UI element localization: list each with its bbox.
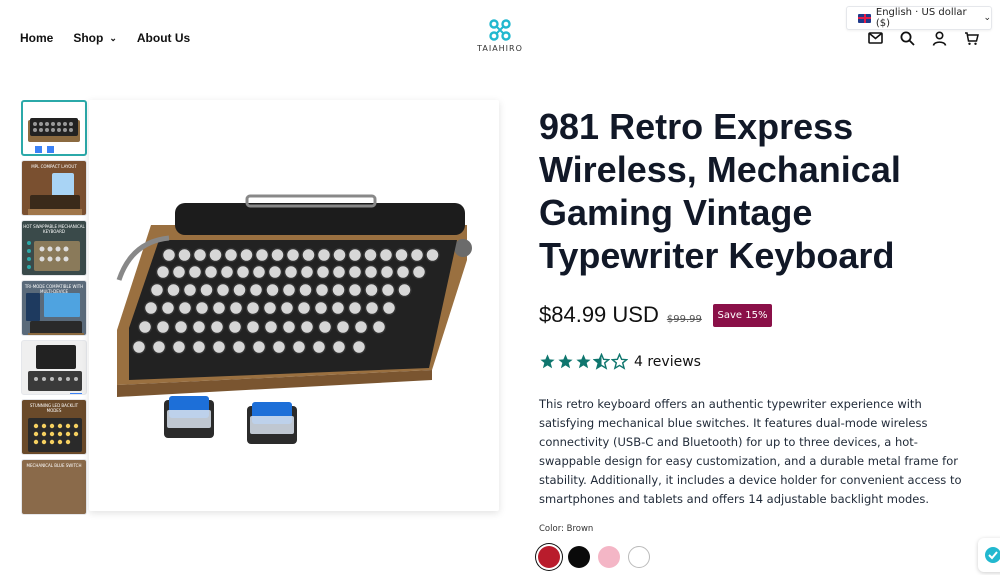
swatch-pink[interactable] [598, 546, 620, 568]
chat-widget-button[interactable] [978, 538, 1000, 572]
language-currency-label: English · US dollar ($) [875, 7, 967, 29]
thumbnail-caption: MECHANICAL BLUE SWITCH [26, 463, 82, 469]
header-icons [866, 30, 980, 46]
main-nav: Home Shop ⌄ About Us [20, 31, 190, 45]
nav-about-us[interactable]: About Us [137, 31, 190, 45]
thumbnail-2[interactable]: MPL COMPACT LAYOUT [21, 160, 87, 216]
thumbnail-6[interactable]: STUNNING LED BACKLIT MODES [21, 399, 87, 456]
swatch-white[interactable] [628, 546, 650, 568]
star-rating [539, 353, 628, 370]
brand-logo[interactable]: TAIAHIRO [466, 18, 534, 53]
chat-icon [985, 547, 1000, 563]
color-label: Color: Brown [539, 524, 594, 534]
thumbnail-1[interactable] [21, 100, 87, 157]
star-full-icon [540, 354, 555, 369]
price-row: $84.99 USD $99.99 [539, 302, 702, 328]
star-half-icon [593, 353, 610, 370]
main-product-image[interactable] [89, 100, 499, 511]
color-swatches [538, 546, 650, 568]
nav-shop[interactable]: Shop ⌄ [73, 31, 117, 45]
nav-home[interactable]: Home [20, 31, 53, 45]
star-empty-icon [611, 353, 628, 370]
cart-icon[interactable] [962, 30, 980, 46]
star-full-icon [558, 354, 573, 369]
chevron-down-icon: ⌄ [109, 32, 117, 43]
account-icon[interactable] [930, 30, 948, 46]
save-badge: Save 15% [713, 304, 772, 327]
swatch-black[interactable] [568, 546, 590, 568]
drone-logo-icon [489, 19, 511, 41]
thumbnail-4[interactable]: TRI-MODE COMPATIBLE WITH MULTI-DEVICE [21, 279, 87, 336]
search-icon[interactable] [898, 30, 916, 46]
logo-text: TAIAHIRO [477, 44, 523, 53]
nav-shop-label: Shop [73, 31, 104, 45]
thumbnail-5[interactable] [21, 339, 87, 396]
sale-price: $84.99 USD [539, 302, 659, 327]
chevron-down-icon: ⌄ [983, 13, 991, 23]
rating-summary[interactable]: 4 reviews [539, 353, 701, 370]
swatch-red[interactable] [538, 546, 560, 568]
thumbnail-strip[interactable]: MPL COMPACT LAYOUT HOT SWAPPABLE MECHANI… [21, 100, 89, 515]
thumbnail-3[interactable]: HOT SWAPPABLE MECHANICAL KEYBOARD [21, 219, 87, 276]
reviews-link[interactable]: 4 reviews [634, 354, 701, 370]
star-full-icon [576, 354, 591, 369]
mail-icon[interactable] [866, 30, 884, 46]
thumbnail-7[interactable]: MECHANICAL BLUE SWITCH [21, 459, 87, 515]
compare-at-price: $99.99 [666, 314, 702, 325]
typewriter-keyboard-image [116, 194, 472, 444]
language-currency-selector[interactable]: English · US dollar ($) ⌄ [846, 6, 992, 30]
product-title: 981 Retro Express Wireless, Mechanical G… [539, 106, 901, 276]
product-description: This retro keyboard offers an authentic … [539, 397, 962, 506]
uk-flag-icon [858, 13, 871, 23]
